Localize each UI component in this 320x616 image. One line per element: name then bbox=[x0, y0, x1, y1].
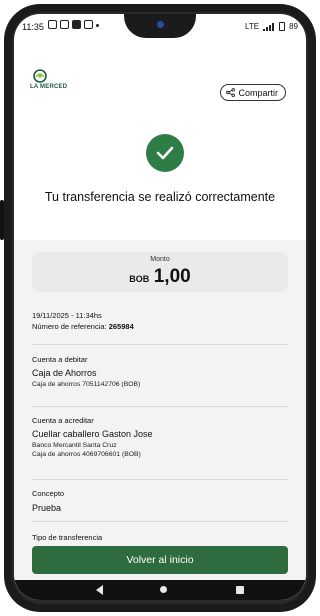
concept-label: Concepto bbox=[32, 489, 65, 498]
nav-home-icon[interactable] bbox=[160, 586, 167, 593]
front-camera bbox=[157, 21, 164, 28]
concept-value: Prueba bbox=[32, 503, 62, 513]
credit-bank-name: Banco Mercantil Santa Cruz bbox=[32, 442, 117, 449]
status-right-icons: LTE 89 bbox=[245, 22, 298, 31]
divider bbox=[32, 406, 288, 407]
credit-account-name: Cuellar caballero Gaston Jose bbox=[32, 429, 153, 439]
nav-back-icon[interactable] bbox=[96, 585, 103, 595]
status-time: 11:35 bbox=[22, 22, 44, 32]
app-header: LA MERCED Compartir bbox=[14, 58, 306, 101]
success-title: Tu transferencia se realizó correctament… bbox=[44, 190, 276, 204]
debit-account-section: Cuenta a debitar Caja de Ahorros Caja de… bbox=[32, 355, 288, 388]
debit-account-name: Caja de Ahorros bbox=[32, 368, 97, 378]
brand-logo: LA MERCED bbox=[30, 68, 70, 96]
transfer-type-section: Tipo de transferencia bbox=[32, 533, 288, 542]
brand-logo-text: LA MERCED bbox=[30, 84, 68, 90]
nav-recents-icon[interactable] bbox=[236, 586, 244, 594]
credit-account-detail: Caja de ahorros 4069706601 (BOB) bbox=[32, 451, 141, 458]
amount-card: Monto BOB 1,00 bbox=[32, 252, 288, 292]
brand-logo-mark bbox=[33, 69, 47, 83]
status-bar: 11:35 LTE 89 bbox=[14, 14, 306, 42]
amount-currency: BOB bbox=[129, 274, 150, 284]
share-button[interactable]: Compartir bbox=[220, 84, 286, 101]
reference-label: Número de referencia: bbox=[32, 322, 107, 331]
concept-section: Concepto Prueba bbox=[32, 489, 288, 513]
amount-row: BOB 1,00 bbox=[32, 266, 288, 288]
back-home-button[interactable]: Volver al inicio bbox=[32, 546, 288, 574]
divider bbox=[32, 479, 288, 480]
battery-icon bbox=[279, 22, 286, 31]
checkmark-icon bbox=[156, 146, 174, 160]
credit-account-section: Cuenta a acreditar Cuellar caballero Gas… bbox=[32, 416, 288, 458]
more-notifications-icon bbox=[96, 24, 99, 27]
message-icon bbox=[84, 20, 93, 29]
network-type: LTE bbox=[245, 22, 260, 31]
instagram-icon bbox=[48, 20, 57, 29]
app-notification-icon bbox=[72, 20, 81, 29]
system-nav-bar bbox=[14, 580, 306, 600]
datetime-section: 19/11/2025 - 11:34hs Número de referenci… bbox=[32, 311, 288, 331]
divider bbox=[32, 521, 288, 522]
instagram-icon bbox=[60, 20, 69, 29]
share-icon bbox=[226, 88, 236, 97]
success-check-badge bbox=[146, 134, 184, 172]
credit-label: Cuenta a acreditar bbox=[32, 416, 94, 425]
transfer-type-label: Tipo de transferencia bbox=[32, 533, 103, 542]
share-button-label: Compartir bbox=[238, 87, 278, 98]
app-screen: 11:35 LTE 89 LA MERCED Compartir Tu tran… bbox=[14, 14, 306, 600]
debit-account-detail: Caja de ahorros 7051142706 (BOB) bbox=[32, 381, 141, 388]
phone-device: 11:35 LTE 89 LA MERCED Compartir Tu tran… bbox=[0, 0, 320, 616]
signal-icon bbox=[263, 22, 275, 31]
status-notification-icons bbox=[48, 20, 99, 29]
reference-line: Número de referencia: 265984 bbox=[32, 322, 288, 331]
reference-value: 265984 bbox=[108, 322, 134, 331]
debit-label: Cuenta a debitar bbox=[32, 355, 88, 364]
amount-value: 1,00 bbox=[153, 266, 191, 287]
battery-level: 89 bbox=[289, 22, 298, 31]
amount-label: Monto bbox=[150, 256, 170, 263]
divider bbox=[32, 344, 288, 345]
transfer-datetime: 19/11/2025 - 11:34hs bbox=[32, 311, 102, 320]
